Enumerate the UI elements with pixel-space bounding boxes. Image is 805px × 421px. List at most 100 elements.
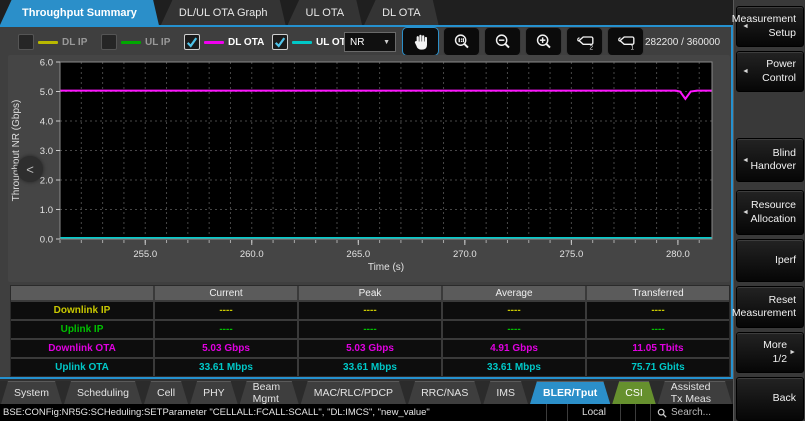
svg-text:255.0: 255.0 — [133, 249, 157, 260]
legend-item-ul-ip: UL IP — [101, 27, 170, 57]
resource-allocation-button[interactable]: ◄ Resource Allocation — [736, 190, 804, 235]
left-arrow-icon: ◄ — [742, 157, 749, 164]
left-arrow-icon: ◄ — [742, 68, 749, 75]
tech-dropdown-value: NR — [350, 37, 364, 48]
svg-text:2: 2 — [589, 44, 593, 51]
graph-tabbar: Throughput Summary DL/UL OTA Graph UL OT… — [0, 0, 733, 25]
throughput-chart[interactable]: 255.0260.0265.0270.0275.0280.00.01.02.03… — [8, 55, 730, 282]
marker-1-icon: 1 — [615, 32, 637, 52]
tab-rrc-nas[interactable]: RRC/NAS — [408, 381, 481, 404]
zoom-in-icon — [534, 32, 554, 52]
measurement-setup-button[interactable]: ◄ Measurement Setup — [736, 6, 804, 47]
svg-text:1.0: 1.0 — [40, 205, 53, 216]
tab-ul-ota[interactable]: UL OTA — [288, 0, 363, 25]
tab-throughput-summary[interactable]: Throughput Summary — [0, 0, 159, 25]
dl-ip-label: DL IP — [62, 37, 87, 48]
back-button[interactable]: Back — [736, 377, 804, 421]
downlink-ip-peak: ---- — [299, 302, 441, 319]
status-cell-empty-1 — [546, 404, 567, 421]
downlink-ota-average: 4.91 Gbps — [443, 340, 585, 357]
search-input[interactable]: Search... — [650, 404, 733, 421]
row-label-downlink-ip: Downlink IP — [11, 302, 153, 319]
tab-system[interactable]: System — [1, 381, 62, 404]
svg-text:265.0: 265.0 — [346, 249, 370, 260]
tab-ims[interactable]: IMS — [483, 381, 528, 404]
collapse-panel-handle[interactable]: < — [17, 156, 43, 182]
throughput-table: Current Peak Average Transferred Downlin… — [10, 285, 730, 377]
uplink-ota-peak: 33.61 Mbps — [299, 359, 441, 376]
uplink-ip-peak: ---- — [299, 321, 441, 338]
svg-text:3.0: 3.0 — [40, 146, 53, 157]
svg-text:Time (s): Time (s) — [368, 262, 404, 273]
ul-ip-label: UL IP — [145, 37, 170, 48]
tab-beam-mgmt[interactable]: Beam Mgmt — [240, 381, 299, 404]
content-window: DL IP UL IP DL OTA — [0, 25, 733, 379]
local-status-label: Local — [567, 404, 620, 421]
tab-mac-rlc-pdcp[interactable]: MAC/RLC/PDCP — [301, 381, 406, 404]
zoom-in-button[interactable] — [525, 27, 562, 56]
tab-dlul-ota-graph[interactable]: DL/UL OTA Graph — [161, 0, 286, 25]
app-root: Throughput Summary DL/UL OTA Graph UL OT… — [0, 0, 805, 421]
reset-measurement-button[interactable]: Reset Measurement — [736, 286, 804, 328]
tab-cell[interactable]: Cell — [144, 381, 188, 404]
power-control-button[interactable]: ◄ Power Control — [736, 51, 804, 92]
marker-2-button[interactable]: 2 — [566, 27, 603, 56]
pan-tool-button[interactable] — [402, 27, 439, 56]
status-cell-empty-3 — [635, 404, 650, 421]
tab-dl-ota[interactable]: DL OTA — [364, 0, 439, 25]
downlink-ip-average: ---- — [443, 302, 585, 319]
iperf-button[interactable]: Iperf — [736, 239, 804, 282]
iperf-label: Iperf — [775, 254, 796, 267]
uplink-ota-transferred: 75.71 Gbits — [587, 359, 729, 376]
scpi-command-text: BSE:CONFig:NR5G:SCHeduling:SETParameter … — [0, 404, 546, 421]
dl-ota-checkbox[interactable] — [184, 34, 200, 50]
table-header-transferred: Transferred — [587, 286, 729, 300]
checkmark-icon — [274, 36, 286, 48]
blind-handover-button[interactable]: ◄ Blind Handover — [736, 138, 804, 182]
ul-ip-checkbox[interactable] — [101, 34, 117, 50]
uplink-ip-average: ---- — [443, 321, 585, 338]
svg-text:2.0: 2.0 — [40, 176, 53, 187]
marker-2-icon: 2 — [574, 32, 596, 52]
downlink-ip-transferred: ---- — [587, 302, 729, 319]
tab-phy[interactable]: PHY — [190, 381, 238, 404]
downlink-ip-current: ---- — [155, 302, 297, 319]
reset-measurement-label: Reset Measurement — [732, 294, 796, 320]
table-header-blank — [11, 286, 153, 300]
ul-ota-checkbox[interactable] — [272, 34, 288, 50]
marker-1-button[interactable]: 1 — [607, 27, 644, 56]
left-arrow-icon: ◄ — [742, 23, 749, 30]
zoom-out-button[interactable] — [484, 27, 521, 56]
back-label: Back — [773, 392, 796, 405]
tab-assisted-tx-meas[interactable]: Assisted Tx Meas — [658, 381, 732, 404]
svg-text:5.0: 5.0 — [40, 87, 53, 98]
row-label-downlink-ota: Downlink OTA — [11, 340, 153, 357]
zoom-out-icon — [493, 32, 513, 52]
search-icon — [657, 408, 667, 418]
legend-item-dl-ip: DL IP — [18, 27, 87, 57]
ul-ip-line-swatch — [121, 41, 141, 44]
more-pages-button[interactable]: More 1/2 ► — [736, 332, 804, 373]
svg-text:6.0: 6.0 — [40, 58, 53, 69]
softkey-panel: ◄ Measurement Setup ◄ Power Control ◄ Bl… — [733, 0, 805, 421]
dl-ota-label: DL OTA — [228, 37, 264, 48]
dl-ip-checkbox[interactable] — [18, 34, 34, 50]
right-arrow-icon: ► — [789, 349, 796, 356]
uplink-ota-average: 33.61 Mbps — [443, 359, 585, 376]
svg-text:260.0: 260.0 — [240, 249, 264, 260]
status-bar: BSE:CONFig:NR5G:SCHeduling:SETParameter … — [0, 404, 733, 421]
tab-bler-tput[interactable]: BLER/Tput — [530, 381, 610, 404]
downlink-ota-transferred: 11.05 Tbits — [587, 340, 729, 357]
svg-text:1: 1 — [630, 44, 634, 51]
downlink-ota-peak: 5.03 Gbps — [299, 340, 441, 357]
tab-scheduling[interactable]: Scheduling — [64, 381, 142, 404]
tab-csi[interactable]: CSI — [612, 381, 656, 404]
zoom-reset-button[interactable] — [443, 27, 480, 56]
dl-ota-line-swatch — [204, 41, 224, 44]
table-header-average: Average — [443, 286, 585, 300]
tech-dropdown[interactable]: NR ▼ — [344, 32, 396, 52]
svg-text:270.0: 270.0 — [453, 249, 477, 260]
blind-handover-label: Blind Handover — [749, 147, 796, 173]
downlink-ota-current: 5.03 Gbps — [155, 340, 297, 357]
svg-text:280.0: 280.0 — [666, 249, 690, 260]
